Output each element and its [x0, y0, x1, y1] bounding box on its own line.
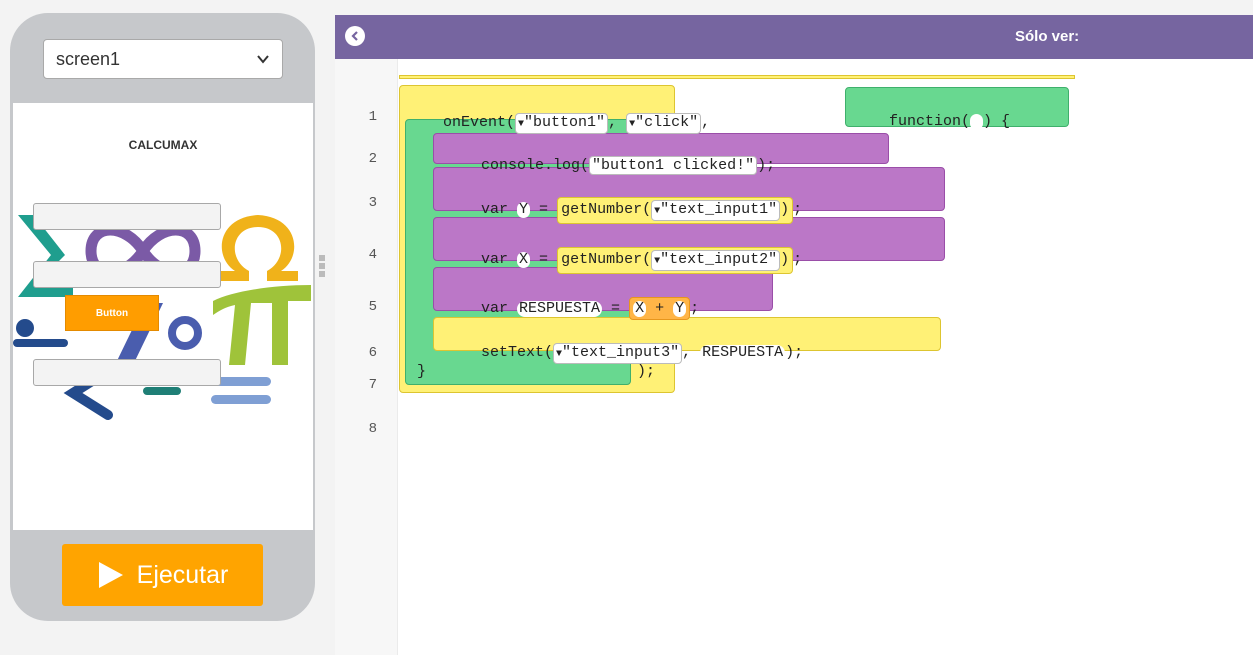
app-button[interactable]: Button	[65, 295, 159, 331]
panel-resize-handle[interactable]	[319, 255, 325, 285]
variable-name: X	[633, 300, 647, 317]
code-token: getNumber(	[561, 201, 652, 218]
code-token: =	[602, 300, 630, 317]
app-preview-panel: screen1 CALCUMAX Button Ejecutar	[10, 13, 315, 621]
function-param-slot[interactable]	[970, 114, 984, 130]
line-number: 4	[368, 247, 377, 263]
collapse-panel-button[interactable]	[345, 26, 365, 46]
line-number: 5	[368, 299, 377, 315]
line-number: 6	[368, 345, 377, 361]
code-token: ,	[608, 114, 627, 131]
line-number: 2	[368, 151, 377, 167]
event-block-top-edge	[399, 75, 1075, 79]
screen-select-value: screen1	[56, 48, 121, 69]
addition-block[interactable]: X + Y	[629, 297, 691, 320]
code-token: "text_input3"	[562, 344, 680, 361]
code-token: var	[481, 251, 518, 268]
code-token: "text_input2"	[660, 251, 778, 268]
code-token: setText(	[481, 344, 554, 361]
readonly-label: Sólo ver:	[1015, 28, 1080, 45]
getnumber-block[interactable]: getNumber(▼"text_input2")	[557, 247, 794, 274]
variable-name[interactable]: RESPUESTA	[517, 301, 603, 317]
play-icon	[98, 562, 123, 588]
code-token: onEvent(	[443, 114, 516, 131]
code-token: =	[530, 251, 558, 268]
app-screen: CALCUMAX Button	[13, 103, 313, 530]
dropdown-button1[interactable]: ▼"button1"	[515, 113, 609, 134]
variable-name[interactable]: X	[517, 252, 531, 268]
app-title: CALCUMAX	[128, 138, 198, 152]
run-button[interactable]: Ejecutar	[62, 544, 263, 606]
line-number: 7	[368, 377, 377, 393]
app-text-input-1[interactable]	[33, 203, 221, 230]
code-token: )	[780, 251, 790, 268]
code-token: "text_input1"	[660, 201, 778, 218]
code-token: "button1"	[524, 114, 606, 131]
variable-name[interactable]: Y	[517, 202, 531, 218]
code-workspace: Sólo ver: 1 2 3 4 5 6 7 8 onEvent(▼"butt…	[335, 15, 1253, 655]
code-line-7: }	[417, 363, 427, 380]
app-text-input-3[interactable]	[33, 359, 221, 386]
chevron-left-icon	[351, 31, 358, 41]
code-token: ,	[701, 114, 711, 131]
line-number: 8	[368, 421, 377, 437]
code-token: "click"	[635, 114, 699, 131]
code-token: =	[530, 201, 558, 218]
code-token: ;	[793, 201, 803, 218]
getnumber-block[interactable]: getNumber(▼"text_input1")	[557, 197, 794, 224]
code-token: ) {	[983, 113, 1011, 130]
screen-select[interactable]: screen1	[43, 39, 283, 79]
code-line-6: setText(▼"text_input3", RESPUESTA);	[445, 326, 803, 381]
line-number: 1	[368, 109, 377, 125]
app-text-input-2[interactable]	[33, 261, 221, 288]
dropdown-click[interactable]: ▼"click"	[626, 113, 702, 134]
code-token: );	[785, 344, 804, 361]
run-button-label: Ejecutar	[136, 560, 229, 589]
code-token: )	[780, 201, 790, 218]
code-token: +	[646, 300, 674, 317]
string-literal[interactable]: "button1 clicked!"	[589, 156, 758, 175]
variable-name: Y	[673, 300, 687, 317]
code-token: ,	[682, 344, 701, 361]
code-token: );	[757, 157, 776, 174]
code-token: var	[481, 201, 518, 218]
function-header: function( ) {	[853, 96, 1010, 147]
code-token: console.log(	[481, 157, 590, 174]
code-token: function(	[889, 113, 971, 130]
variable-name[interactable]: RESPUESTA	[700, 345, 786, 361]
line-number-gutter: 1 2 3 4 5 6 7 8	[335, 59, 398, 655]
workspace-header: Sólo ver:	[335, 15, 1253, 59]
line-number: 3	[368, 195, 377, 211]
code-token: getNumber(	[561, 251, 652, 268]
chevron-down-icon	[257, 55, 269, 64]
dropdown-text-input3[interactable]: ▼"text_input3"	[553, 343, 683, 364]
code-token: var	[481, 300, 518, 317]
code-line-7-end: );	[637, 363, 656, 380]
code-token: ;	[690, 300, 700, 317]
code-token: ;	[793, 251, 803, 268]
